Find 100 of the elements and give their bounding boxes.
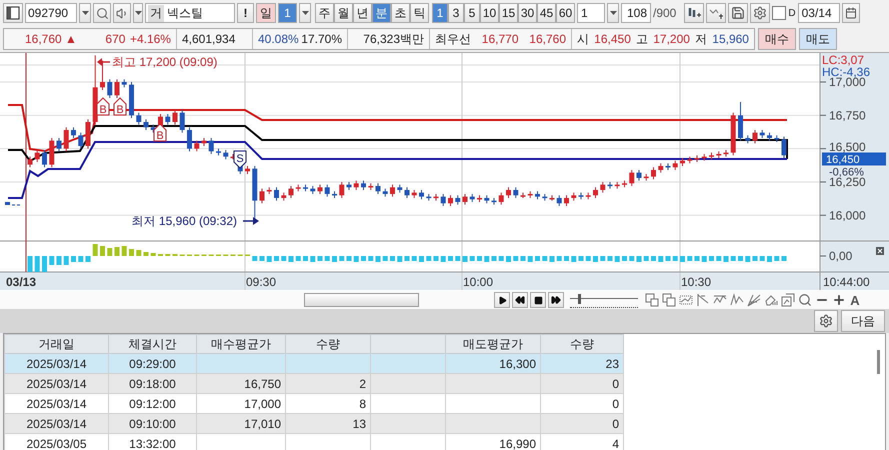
table-row[interactable]: 2025/03/05 13:32:00 16,990 4	[4, 434, 624, 450]
table-row[interactable]: 2025/03/14 09:29:00 16,300 23	[4, 354, 624, 374]
interval-tab[interactable]: 1	[432, 3, 448, 23]
dropdown-button[interactable]	[79, 3, 91, 23]
dropdown-button[interactable]	[607, 3, 619, 23]
candle	[165, 114, 170, 126]
plus-icon[interactable]	[831, 292, 846, 308]
calendar-icon	[844, 7, 857, 19]
close-icon[interactable]	[876, 247, 884, 255]
overlap-window-icon[interactable]	[661, 292, 676, 308]
candle	[382, 188, 388, 198]
trend-line-icon[interactable]	[695, 292, 710, 308]
buy-button[interactable]: 매수	[758, 28, 796, 50]
next-button[interactable]: 다음	[841, 310, 885, 332]
column-header[interactable]: 수량	[286, 334, 370, 354]
unit-select[interactable]: 1	[577, 3, 605, 23]
candle	[556, 194, 562, 206]
period-tab[interactable]: 초	[391, 3, 410, 23]
dropdown-button[interactable]	[299, 3, 311, 23]
candle	[498, 192, 504, 206]
pointer-arrow	[243, 217, 259, 225]
slider-thumb[interactable]	[578, 294, 582, 304]
candle	[724, 149, 728, 158]
period-tab[interactable]: 주	[315, 3, 334, 23]
interval-tab[interactable]: 5	[464, 3, 480, 23]
interval-tab[interactable]: 10	[480, 3, 499, 23]
column-header[interactable]: 매도평균가	[446, 334, 540, 354]
chart-window-icon[interactable]	[780, 292, 795, 308]
font-button[interactable]: A	[848, 292, 862, 308]
candle	[513, 186, 518, 198]
settings-button[interactable]	[750, 3, 770, 23]
sound-button[interactable]	[113, 3, 131, 23]
candle	[49, 137, 54, 168]
window-grid-icon[interactable]	[644, 292, 659, 308]
fan-lines-icon[interactable]	[746, 292, 761, 308]
layout-button[interactable]	[3, 3, 23, 23]
sell-button[interactable]: 매도	[799, 28, 837, 50]
candle	[629, 169, 634, 186]
table-cell: 2025/03/05	[4, 434, 108, 450]
rewind-button[interactable]	[512, 292, 528, 308]
alert-button[interactable]: !	[237, 3, 254, 23]
rewind-icon	[515, 295, 525, 305]
table-row[interactable]: 2025/03/14 09:18:00 16,750 2 0	[4, 374, 624, 394]
candle	[354, 180, 359, 190]
candle	[752, 130, 758, 144]
ratio-value: 40.08%	[258, 32, 299, 46]
date-field[interactable]: 03/14	[798, 3, 840, 23]
count-field[interactable]: 108	[621, 3, 651, 23]
lc-value: LC:3,07	[822, 53, 864, 67]
zoom-icon[interactable]	[797, 292, 812, 308]
caret-icon	[134, 11, 142, 15]
column-header[interactable]: 매수평균가	[196, 334, 286, 354]
interval-tab[interactable]: 30	[518, 3, 537, 23]
play-button[interactable]	[494, 292, 510, 308]
period-tab[interactable]: 틱	[410, 3, 429, 23]
stock-name-field[interactable]: 거 넥스틸	[145, 3, 235, 23]
zigzag-icon[interactable]	[729, 292, 744, 308]
interval-tab[interactable]: 45	[537, 3, 556, 23]
stop-button[interactable]	[530, 292, 546, 308]
zoom-slider[interactable]	[570, 292, 638, 308]
interval-tab[interactable]: 15	[499, 3, 518, 23]
settings-button[interactable]	[814, 310, 838, 332]
candle	[194, 140, 200, 152]
candle	[492, 197, 496, 206]
candle	[303, 184, 308, 192]
day-count-button[interactable]: 1	[278, 3, 297, 23]
stock-code-field[interactable]: 092790	[25, 3, 77, 23]
time-axis-label: 03/13	[6, 275, 36, 289]
column-header[interactable]: 체결시간	[108, 334, 196, 354]
candle	[608, 181, 612, 190]
stock-name: 넥스틸	[167, 4, 203, 22]
candle	[397, 184, 402, 194]
table-row[interactable]: 2025/03/14 09:12:00 17,000 8 0	[4, 394, 624, 414]
table-row[interactable]: 2025/03/14 09:10:00 17,010 13 0	[4, 414, 624, 434]
period-tab[interactable]: 년	[353, 3, 372, 23]
dropdown-button[interactable]	[133, 3, 143, 23]
play-icon	[498, 296, 506, 304]
d-checkbox[interactable]	[772, 6, 786, 20]
time-axis-label: 10:30	[681, 275, 712, 289]
add-indicator-button[interactable]	[684, 3, 704, 23]
candle	[144, 118, 148, 130]
fast-forward-button[interactable]	[548, 292, 564, 308]
interval-tab[interactable]: 3	[448, 3, 464, 23]
save-button[interactable]	[728, 3, 748, 23]
period-tab[interactable]: 월	[334, 3, 353, 23]
search-button[interactable]	[93, 3, 111, 23]
interval-tab[interactable]: 60	[556, 3, 575, 23]
candle	[339, 181, 344, 198]
candle	[100, 60, 105, 90]
add-line-button[interactable]	[706, 3, 726, 23]
day-button[interactable]: 일	[256, 3, 276, 23]
candle	[223, 149, 228, 160]
column-header[interactable]: 거래일	[4, 334, 108, 354]
candle	[636, 169, 642, 182]
period-tab[interactable]: 분	[372, 3, 391, 23]
calendar-button[interactable]	[842, 3, 860, 23]
candle	[260, 188, 264, 204]
candle	[361, 180, 366, 190]
candle	[266, 186, 272, 194]
column-header[interactable]: 수량	[540, 334, 624, 354]
